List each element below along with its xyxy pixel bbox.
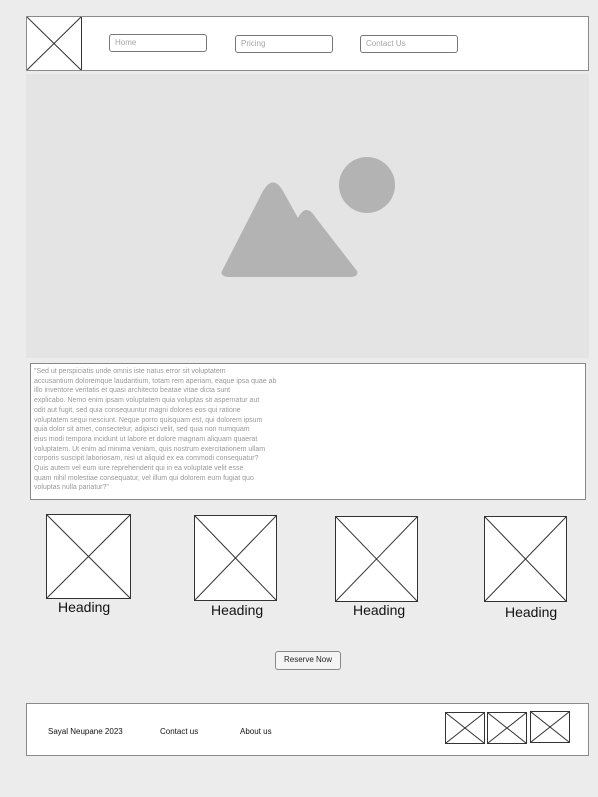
card-2-image-icon (194, 515, 277, 601)
card-4-image-icon (484, 516, 567, 602)
footer-contact-link[interactable]: Contact us (160, 727, 198, 736)
card-1-image-icon (46, 514, 131, 599)
site-header: Home Pricing Contact Us (26, 16, 589, 71)
mountain-sun-image-icon (221, 157, 395, 277)
social-1-icon[interactable] (445, 712, 485, 744)
card-3-image-icon (335, 516, 418, 602)
card-1-heading: Heading (58, 599, 111, 615)
nav-contact-button[interactable]: Contact Us (360, 35, 458, 53)
social-3-icon[interactable] (530, 711, 570, 743)
footer-about-link[interactable]: About us (240, 727, 272, 736)
content-text-area: "Sed ut perspiciatis unde omnis iste nat… (30, 363, 586, 500)
card-2-heading: Heading (211, 602, 264, 618)
nav-pricing-button[interactable]: Pricing (235, 35, 333, 53)
card-4-heading: Heading (505, 604, 558, 620)
reserve-now-button[interactable]: Reserve Now (275, 651, 341, 670)
site-footer: Sayal Neupane 2023 Contact us About us (26, 703, 589, 756)
hero-image (26, 74, 589, 358)
lorem-paragraph: "Sed ut perspiciatis unde omnis iste nat… (34, 368, 277, 492)
logo-placeholder-icon[interactable] (27, 17, 82, 70)
nav-home-button[interactable]: Home (109, 34, 207, 52)
card-3-heading: Heading (353, 602, 406, 618)
footer-copyright: Sayal Neupane 2023 (48, 727, 123, 736)
social-2-icon[interactable] (487, 712, 527, 744)
